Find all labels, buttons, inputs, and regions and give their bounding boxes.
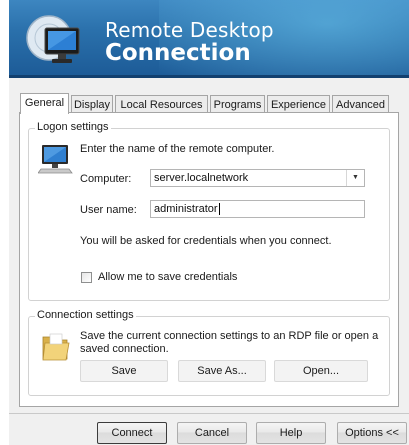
banner-title-line1: Remote Desktop (105, 18, 274, 42)
computer-value: server.localnetwork (154, 172, 249, 184)
folder-icon (42, 333, 70, 361)
options-button[interactable]: Options << (337, 422, 407, 444)
username-input[interactable]: administrator (150, 200, 365, 218)
general-tab-panel: Logon settings Enter the name of the rem… (19, 112, 399, 407)
computer-label: Computer: (80, 173, 132, 185)
text-caret (218, 203, 220, 216)
footer-separator (9, 413, 409, 414)
username-value: administrator (154, 203, 218, 215)
connection-description: Save the current connection settings to … (80, 330, 379, 355)
save-credentials-label[interactable]: Allow me to save credentials (98, 271, 237, 283)
connection-settings-group: Connection settings Save the current con… (28, 309, 390, 396)
tab-experience[interactable]: Experience (267, 95, 330, 113)
computer-combobox[interactable]: server.localnetwork ▼ (150, 169, 365, 187)
username-label: User name: (80, 204, 137, 216)
computer-icon (38, 145, 73, 174)
credentials-note: You will be asked for credentials when y… (80, 235, 332, 247)
help-button[interactable]: Help (256, 422, 326, 444)
tab-advanced[interactable]: Advanced (332, 95, 389, 113)
connect-button[interactable]: Connect (97, 422, 167, 444)
save-button[interactable]: Save (80, 360, 168, 382)
cancel-button[interactable]: Cancel (177, 422, 247, 444)
tab-general[interactable]: General (20, 93, 69, 114)
logon-settings-label: Logon settings (35, 121, 111, 133)
combo-arrow-icon[interactable]: ▼ (346, 170, 364, 186)
banner: Remote Desktop Connection (9, 0, 409, 78)
connection-settings-label: Connection settings (35, 309, 136, 321)
tab-display[interactable]: Display (71, 95, 113, 113)
tab-local-resources[interactable]: Local Resources (115, 95, 208, 113)
banner-stripe (9, 75, 409, 78)
banner-title-line2: Connection (105, 40, 251, 66)
logon-instruction: Enter the name of the remote computer. (80, 143, 275, 155)
open-button[interactable]: Open... (274, 360, 368, 382)
tab-programs[interactable]: Programs (210, 95, 265, 113)
remote-desktop-monitor-icon (26, 15, 80, 63)
logon-settings-group: Logon settings Enter the name of the rem… (28, 121, 390, 301)
save-as-button[interactable]: Save As... (178, 360, 266, 382)
save-credentials-checkbox[interactable] (81, 272, 92, 283)
